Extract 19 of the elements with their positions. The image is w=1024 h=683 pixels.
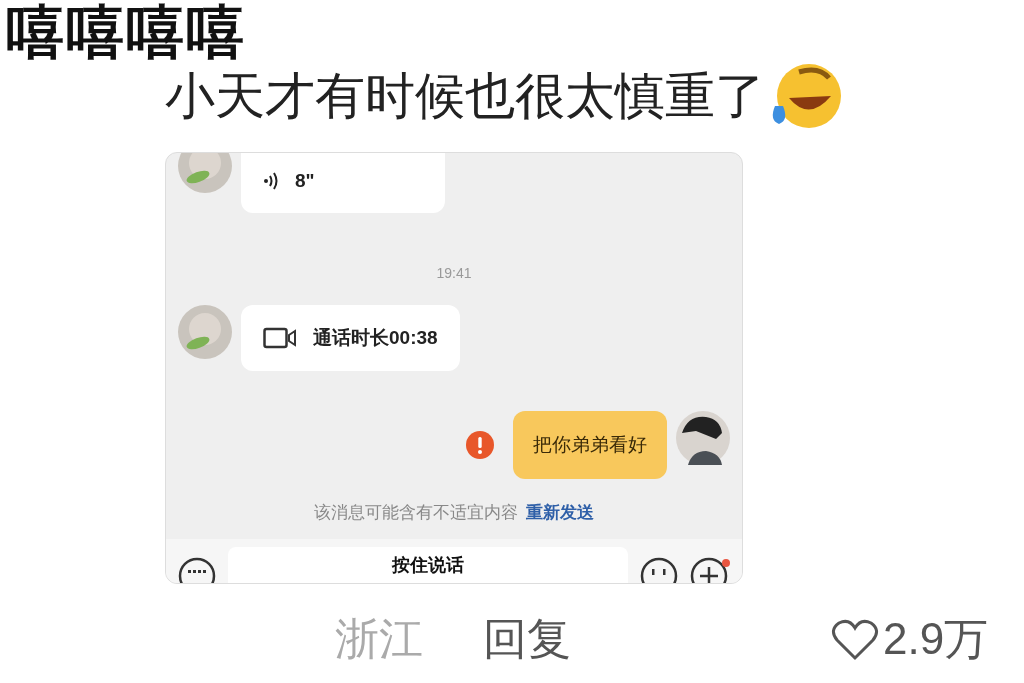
timestamp: 19:41 xyxy=(436,265,472,281)
username: 嘻嘻嘻嘻 xyxy=(6,0,246,64)
avatar-icon xyxy=(178,305,232,359)
warning-notice: 该消息可能含有不适宜内容 xyxy=(314,502,518,524)
voice-message[interactable]: 8" xyxy=(241,153,445,213)
avatar-icon xyxy=(676,411,730,465)
hold-to-talk-button[interactable]: 按住说话 xyxy=(228,547,628,583)
heart-icon[interactable] xyxy=(831,617,879,662)
like-count: 2.9万 xyxy=(883,613,989,665)
resend-link[interactable]: 重新发送 xyxy=(526,501,594,524)
message-bubble[interactable]: 把你弟弟看好 xyxy=(513,411,667,479)
voice-icon xyxy=(263,171,279,191)
call-message[interactable]: 通话时长00:38 xyxy=(241,305,460,371)
location-label: 浙江 xyxy=(335,613,423,665)
reply-button[interactable]: 回复 xyxy=(483,610,571,669)
video-camera-icon xyxy=(263,327,297,349)
avatar-icon xyxy=(178,153,232,193)
error-icon[interactable] xyxy=(466,431,494,459)
comment-text: 小天才有时候也很太慎重了 xyxy=(165,67,765,126)
